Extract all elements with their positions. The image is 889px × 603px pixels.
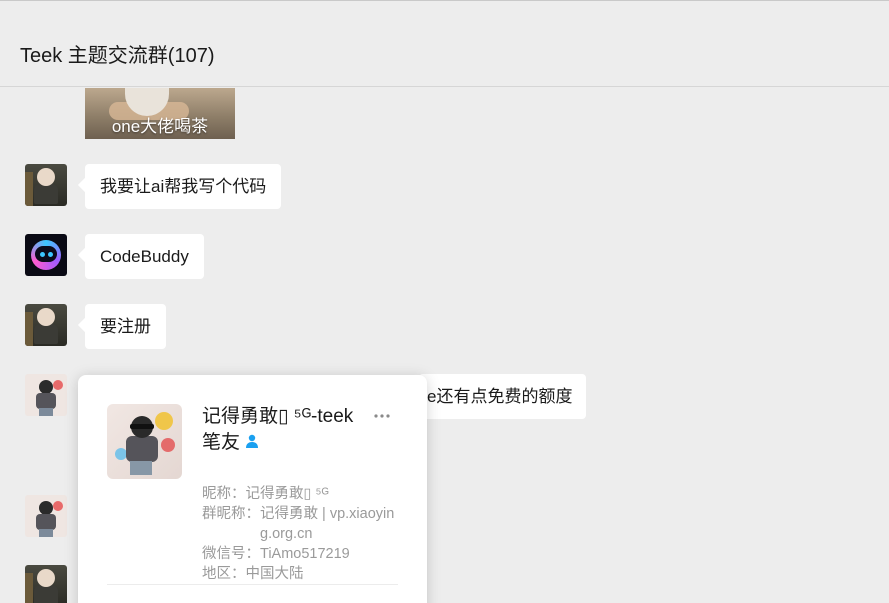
- chat-title: Teek 主题交流群(107): [20, 45, 215, 67]
- avatar[interactable]: [25, 234, 67, 276]
- avatar-detail: [130, 461, 152, 475]
- avatar-detail: [39, 501, 53, 515]
- profile-avatar[interactable]: [107, 404, 182, 479]
- avatar-detail: [48, 252, 53, 257]
- region-row: 地区： 中国大陆: [202, 564, 402, 584]
- avatar-detail: [155, 412, 173, 430]
- avatar-detail: [35, 246, 57, 262]
- wechat-id-row: 微信号： TiAmo517219: [202, 544, 402, 564]
- more-dots-icon[interactable]: [372, 409, 392, 423]
- nickname-value: 记得勇敢▯ ⁵ᴳ: [245, 486, 329, 502]
- avatar-detail: [34, 585, 58, 603]
- avatar-detail: [37, 569, 55, 587]
- avatar-detail: [39, 380, 53, 394]
- group-nickname-label: 群昵称：: [202, 506, 260, 522]
- nickname-row: 昵称： 记得勇敢▯ ⁵ᴳ: [202, 484, 402, 504]
- region-value: 中国大陆: [245, 566, 304, 582]
- chat-header: Teek 主题交流群(107): [0, 1, 889, 87]
- avatar-detail: [39, 529, 53, 537]
- more-dots-svg: [374, 414, 390, 418]
- card-divider: [107, 584, 398, 585]
- profile-name-text: 记得勇敢▯ ⁵ᴳ-teek笔友: [202, 406, 354, 453]
- avatar-detail: [53, 380, 63, 390]
- avatar-detail: [40, 252, 45, 257]
- avatar-detail: [161, 438, 175, 452]
- avatar[interactable]: [25, 374, 67, 416]
- image-caption: one大佬喝茶: [111, 117, 209, 136]
- avatar-detail: [126, 436, 158, 462]
- avatar-detail: [53, 501, 63, 511]
- avatar-detail: [37, 308, 55, 326]
- profile-info: 昵称： 记得勇敢▯ ⁵ᴳ 群昵称： 记得勇敢 | vp.xiaoying.org…: [202, 484, 402, 584]
- avatar-detail: [130, 424, 154, 429]
- avatar[interactable]: [25, 495, 67, 537]
- avatar-detail: [36, 393, 56, 409]
- avatar-detail: [36, 514, 56, 530]
- message-bubble[interactable]: e还有点免费的额度: [419, 374, 587, 419]
- image-message[interactable]: one大佬喝茶: [85, 88, 235, 139]
- group-nickname-row: 群昵称： 记得勇敢 | vp.xiaoying.org.cn: [202, 504, 402, 544]
- group-nickname-value: 记得勇敢 | vp.xiaoying.org.cn: [260, 506, 395, 542]
- avatar[interactable]: [25, 164, 67, 206]
- profile-name: 记得勇敢▯ ⁵ᴳ-teek笔友: [202, 404, 372, 456]
- avatar-detail: [34, 184, 58, 204]
- avatar-detail: [37, 168, 55, 186]
- nickname-label: 昵称：: [202, 486, 246, 502]
- region-label: 地区：: [202, 566, 246, 582]
- message-bubble[interactable]: CodeBuddy: [85, 234, 204, 279]
- wechat-id-label: 微信号：: [202, 546, 260, 562]
- avatar[interactable]: [25, 565, 67, 603]
- wechat-id-value: TiAmo517219: [260, 546, 350, 562]
- avatar-detail: [39, 408, 53, 416]
- person-icon: [246, 434, 259, 448]
- avatar-detail: [34, 324, 58, 344]
- avatar[interactable]: [25, 304, 67, 346]
- message-bubble[interactable]: 要注册: [85, 304, 166, 349]
- avatar-detail: [25, 312, 33, 346]
- message-bubble[interactable]: 我要让ai帮我写个代码: [85, 164, 282, 209]
- avatar-detail: [25, 573, 33, 603]
- avatar-detail: [25, 172, 33, 206]
- profile-card[interactable]: 记得勇敢▯ ⁵ᴳ-teek笔友 昵称： 记得勇敢▯ ⁵ᴳ 群昵称： 记得勇敢 |…: [78, 375, 427, 603]
